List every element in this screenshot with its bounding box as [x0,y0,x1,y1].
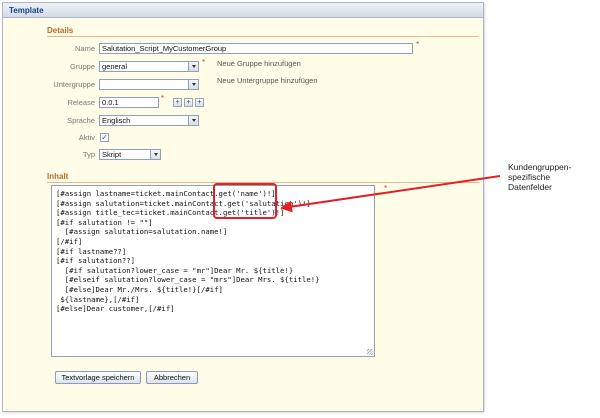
language-select-value: Englisch [102,116,131,125]
code-line: ${lastname},[/#if] [56,294,140,304]
callout-line: Kundengruppen- [508,162,572,172]
details-section-header: Details [47,25,479,37]
code-line: [#if lastname??] [56,246,127,256]
group-label: Gruppe [69,62,95,71]
name-required-marker: * [416,40,420,49]
code-line: [#assign salutation=salutation.name!] [56,227,228,237]
subgroup-label: Untergruppe [53,80,95,89]
release-increment-patch-button[interactable]: + [195,98,204,107]
language-select[interactable]: Englisch [99,115,199,126]
save-template-button[interactable]: Textvorlage speichern [55,371,141,384]
callout-line: spezifische [508,172,551,182]
type-label: Typ [82,150,95,159]
code-line: [#else]Dear customer,[/#if] [56,304,175,314]
type-select[interactable]: Skript [99,149,161,160]
cancel-button[interactable]: Abbrechen [146,371,198,384]
code-line: [#if salutation != ""] [56,217,153,227]
content-required-marker: * [384,184,388,193]
group-required-marker: * [202,58,206,67]
language-label: Sprache [67,116,95,125]
chevron-down-icon[interactable] [188,80,198,89]
group-select[interactable]: general [99,61,199,72]
name-label: Name [74,44,95,53]
code-line: [/#if] [56,236,83,246]
callout-line: Datenfelder [508,182,552,192]
add-group-link[interactable]: Neue Gruppe hinzufügen [217,59,301,69]
add-subgroup-link[interactable]: Neue Untergruppe hinzufügen [217,76,318,86]
window-title: Template [3,3,483,18]
release-required-marker: * [161,94,165,103]
template-window: Template Details Name Salutation_Script_… [2,2,484,412]
code-line: [#elseif salutation?lower_case = "mrs"]D… [56,275,320,285]
content-section-header: Inhalt [47,171,479,183]
release-increment-major-button[interactable]: + [173,98,182,107]
code-line: [#else]Dear Mr./Mrs. ${title!}[/#if] [56,284,223,294]
release-label: Release [67,98,95,107]
highlight-box [213,183,277,219]
name-input[interactable]: Salutation_Script_MyCustomerGroup [99,43,413,54]
chevron-down-icon[interactable] [188,62,198,71]
subgroup-select[interactable] [99,79,199,90]
chevron-down-icon[interactable] [188,116,198,125]
type-select-value: Skript [102,150,122,159]
code-line: [#if salutation?lower_case = "mr"]Dear M… [56,265,294,275]
release-increment-minor-button[interactable]: + [184,98,193,107]
active-label: Aktiv [78,133,95,142]
release-input[interactable]: 0.0.1 [99,97,159,108]
resize-grip-icon[interactable] [367,349,373,355]
chevron-down-icon[interactable] [150,150,160,159]
group-select-value: general [102,62,128,71]
active-checkbox[interactable]: ✓ [100,133,109,142]
code-line: [#if salutation??] [56,256,136,266]
callout-annotation: Kundengruppen- spezifische Datenfelder [508,162,598,192]
